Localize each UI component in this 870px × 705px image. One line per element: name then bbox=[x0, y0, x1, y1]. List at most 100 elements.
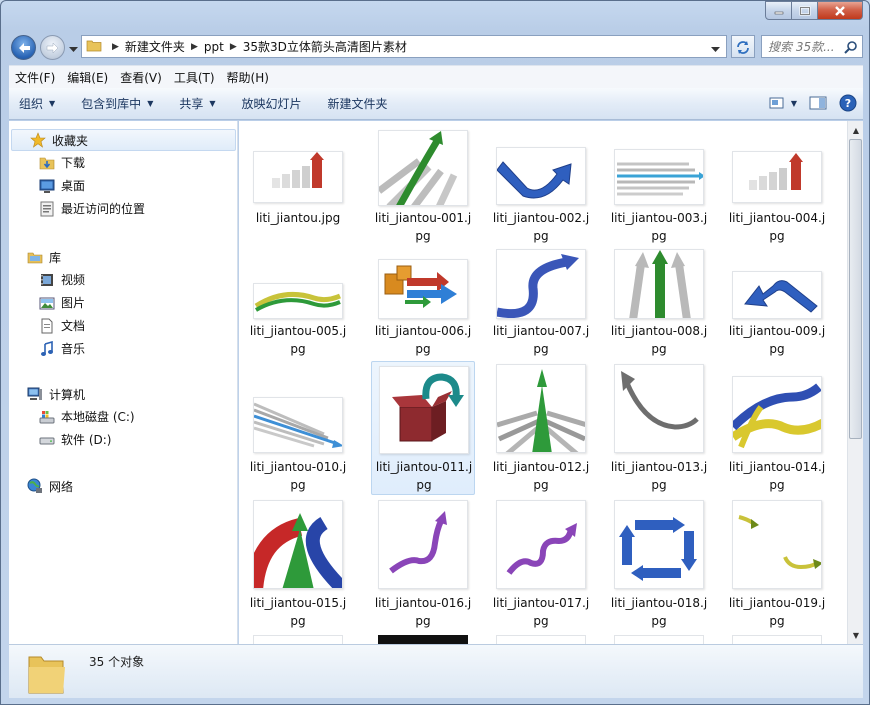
image-thumbnail[interactable] bbox=[378, 635, 468, 644]
menu-file[interactable]: 文件(F) bbox=[15, 69, 55, 86]
scroll-thumb[interactable] bbox=[849, 139, 862, 439]
file-item[interactable]: liti_jiantou-010.jpg bbox=[246, 364, 350, 498]
menu-bar: 文件(F) 编辑(E) 查看(V) 工具(T) 帮助(H) bbox=[9, 65, 863, 88]
file-item[interactable]: liti_jiantou.jpg bbox=[246, 129, 350, 263]
recent-pages-dropdown[interactable] bbox=[69, 42, 78, 56]
file-name: liti_jiantou-017.jpg bbox=[492, 596, 590, 628]
nav-item-documents[interactable]: 文档 bbox=[9, 314, 238, 337]
image-thumbnail bbox=[496, 249, 586, 319]
nav-item-downloads[interactable]: 下载 bbox=[9, 151, 238, 174]
file-item[interactable]: liti_jiantou-012.jpg bbox=[489, 364, 593, 498]
scroll-down-button[interactable]: ▼ bbox=[848, 627, 864, 643]
slideshow-button[interactable]: 放映幻灯片 bbox=[242, 95, 302, 112]
scroll-up-button[interactable]: ▲ bbox=[848, 122, 864, 138]
desktop-icon bbox=[39, 178, 55, 194]
file-name: liti_jiantou-006.jpg bbox=[374, 324, 472, 356]
file-view: liti_jiantou.jpg liti_jiantou-001.jpg li… bbox=[239, 121, 847, 644]
address-history-dropdown[interactable] bbox=[711, 42, 720, 56]
file-name: liti_jiantou-019.jpg bbox=[728, 596, 826, 628]
nav-favorites[interactable]: 收藏夹 bbox=[11, 129, 236, 151]
maximize-icon bbox=[799, 6, 810, 15]
breadcrumb-3[interactable]: 35款3D立体箭头高清图片素材 bbox=[243, 38, 407, 55]
chevron-right-icon[interactable]: ▶ bbox=[191, 42, 198, 52]
forward-button[interactable] bbox=[40, 35, 65, 60]
new-folder-button[interactable]: 新建文件夹 bbox=[328, 95, 388, 112]
vertical-scrollbar[interactable]: ▲ ▼ bbox=[847, 121, 863, 644]
file-item[interactable]: liti_jiantou-009.jpg bbox=[725, 249, 829, 383]
file-item[interactable]: liti_jiantou-004.jpg bbox=[725, 129, 829, 263]
nav-item-recent-places[interactable]: 最近访问的位置 bbox=[9, 197, 238, 220]
nav-favorites-label: 收藏夹 bbox=[52, 133, 89, 148]
nav-item-pictures[interactable]: 图片 bbox=[9, 291, 238, 314]
share-button[interactable]: 共享 ▼ bbox=[179, 95, 215, 112]
file-item[interactable]: liti_jiantou-001.jpg bbox=[371, 129, 475, 263]
file-item[interactable]: liti_jiantou-019.jpg bbox=[725, 500, 829, 634]
image-thumbnail[interactable] bbox=[496, 635, 586, 644]
chevron-down-icon[interactable]: ▼ bbox=[791, 99, 797, 108]
menu-help[interactable]: 帮助(H) bbox=[227, 69, 269, 86]
slideshow-label: 放映幻灯片 bbox=[241, 97, 302, 111]
file-item[interactable]: liti_jiantou-014.jpg bbox=[725, 364, 829, 498]
file-item[interactable]: liti_jiantou-007.jpg bbox=[489, 249, 593, 383]
chevron-right-icon[interactable]: ▶ bbox=[112, 42, 119, 52]
help-button[interactable]: ? bbox=[839, 94, 857, 112]
preview-pane-button[interactable] bbox=[809, 96, 827, 110]
image-thumbnail[interactable] bbox=[732, 635, 822, 644]
image-thumbnail bbox=[379, 366, 469, 454]
include-in-library-button[interactable]: 包含到库中 ▼ bbox=[81, 95, 153, 112]
nav-network[interactable]: 网络 bbox=[9, 475, 238, 497]
file-item-selected[interactable]: liti_jiantou-011.jpg bbox=[371, 361, 475, 495]
star-icon bbox=[30, 132, 46, 148]
minimize-icon bbox=[774, 11, 783, 14]
menu-view[interactable]: 查看(V) bbox=[120, 69, 162, 86]
refresh-button[interactable] bbox=[731, 35, 755, 58]
nav-item-label: 软件 (D:) bbox=[61, 433, 112, 447]
maximize-button[interactable] bbox=[792, 1, 818, 20]
details-pane: 35 个对象 bbox=[9, 644, 863, 698]
file-item[interactable]: liti_jiantou-013.jpg bbox=[607, 364, 711, 498]
change-view-button[interactable]: ▼ bbox=[769, 96, 797, 110]
menu-edit[interactable]: 编辑(E) bbox=[67, 69, 108, 86]
nav-libraries[interactable]: 库 bbox=[9, 246, 238, 268]
menu-tools[interactable]: 工具(T) bbox=[174, 69, 215, 86]
chevron-down-icon: ▼ bbox=[147, 99, 154, 108]
file-name: liti_jiantou-016.jpg bbox=[374, 596, 472, 628]
search-icon[interactable] bbox=[844, 40, 858, 57]
view-icon bbox=[769, 97, 784, 109]
minimize-button[interactable] bbox=[765, 1, 792, 20]
nav-item-music[interactable]: 音乐 bbox=[9, 337, 238, 360]
file-item[interactable]: liti_jiantou-008.jpg bbox=[607, 249, 711, 383]
file-item[interactable]: liti_jiantou-003.jpg bbox=[607, 129, 711, 263]
nav-item-drive-c[interactable]: 本地磁盘 (C:) bbox=[9, 405, 238, 428]
nav-computer[interactable]: 计算机 bbox=[9, 383, 238, 405]
organize-button[interactable]: 组织 ▼ bbox=[19, 95, 55, 112]
nav-item-label: 下载 bbox=[61, 156, 86, 170]
address-bar[interactable]: ▶ 新建文件夹 ▶ ppt ▶ 35款3D立体箭头高清图片素材 bbox=[81, 35, 727, 58]
file-name: liti_jiantou-009.jpg bbox=[728, 324, 826, 356]
file-name: liti_jiantou-004.jpg bbox=[728, 211, 826, 243]
image-thumbnail bbox=[378, 130, 468, 206]
file-item[interactable]: liti_jiantou-017.jpg bbox=[489, 500, 593, 634]
nav-item-videos[interactable]: 视频 bbox=[9, 268, 238, 291]
file-item[interactable]: liti_jiantou-005.jpg bbox=[246, 249, 350, 383]
nav-item-label: 最近访问的位置 bbox=[61, 202, 146, 216]
image-thumbnail bbox=[378, 500, 468, 589]
search-input[interactable]: 搜索 35款... bbox=[761, 35, 863, 58]
image-thumbnail bbox=[253, 500, 343, 589]
back-button[interactable] bbox=[11, 35, 36, 60]
chevron-right-icon[interactable]: ▶ bbox=[230, 42, 237, 52]
file-item[interactable]: liti_jiantou-016.jpg bbox=[371, 500, 475, 634]
breadcrumb-2[interactable]: ppt bbox=[204, 40, 224, 54]
file-item[interactable]: liti_jiantou-018.jpg bbox=[607, 500, 711, 634]
image-thumbnail bbox=[614, 364, 704, 453]
nav-item-desktop[interactable]: 桌面 bbox=[9, 174, 238, 197]
nav-item-drive-d[interactable]: 软件 (D:) bbox=[9, 428, 238, 451]
file-item[interactable]: liti_jiantou-002.jpg bbox=[489, 129, 593, 263]
breadcrumb-1[interactable]: 新建文件夹 bbox=[125, 38, 185, 55]
include-in-library-label: 包含到库中 bbox=[81, 97, 142, 111]
image-thumbnail[interactable] bbox=[614, 635, 704, 644]
close-button[interactable] bbox=[818, 1, 863, 20]
image-thumbnail[interactable] bbox=[253, 635, 343, 644]
file-item[interactable]: liti_jiantou-015.jpg bbox=[246, 500, 350, 634]
folder-icon bbox=[86, 38, 102, 55]
